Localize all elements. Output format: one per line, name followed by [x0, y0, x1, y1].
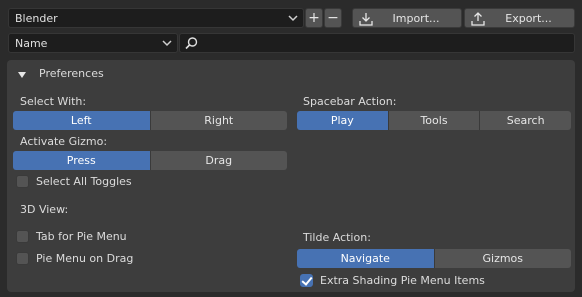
view3d-label: 3D View: — [20, 203, 69, 216]
preset-dropdown-value: Blender — [15, 11, 58, 25]
chevron-down-icon — [288, 11, 298, 28]
panel-title: Preferences — [39, 67, 104, 80]
tilde-navigate-option[interactable]: Navigate — [297, 249, 435, 268]
minus-icon: − — [327, 10, 339, 26]
tilde-action-label: Tilde Action: — [303, 231, 371, 244]
export-label: Export... — [505, 11, 552, 25]
export-button[interactable]: Export... — [464, 8, 575, 28]
extra-shading-checkbox-row[interactable]: Extra Shading Pie Menu Items — [300, 273, 520, 289]
export-icon — [470, 11, 486, 30]
activate-gizmo-drag-option[interactable]: Drag — [150, 151, 287, 170]
spacebar-play-option[interactable]: Play — [297, 111, 389, 130]
select-with-right-option[interactable]: Right — [150, 111, 287, 130]
tilde-gizmos-option[interactable]: Gizmos — [434, 249, 571, 268]
tab-for-pie-menu-checkbox[interactable] — [16, 230, 29, 243]
remove-preset-button[interactable]: − — [324, 8, 342, 28]
select-all-toggles-label: Select All Toggles — [36, 175, 132, 188]
spacebar-action-label: Spacebar Action: — [303, 95, 397, 108]
plus-icon: + — [308, 10, 320, 26]
pie-menu-on-drag-label: Pie Menu on Drag — [36, 252, 134, 265]
select-with-toggle: Left Right — [13, 111, 287, 130]
add-preset-button[interactable]: + — [305, 8, 323, 28]
activate-gizmo-toggle: Press Drag — [13, 151, 287, 170]
filter-type-dropdown[interactable]: Name — [8, 33, 178, 53]
tilde-action-toggle: Navigate Gizmos — [297, 249, 571, 268]
tab-for-pie-menu-checkbox-row[interactable]: Tab for Pie Menu — [16, 229, 176, 245]
import-label: Import... — [392, 11, 440, 25]
panel-header[interactable]: Preferences — [7, 62, 575, 84]
select-with-left-option[interactable]: Left — [13, 111, 151, 130]
import-icon — [358, 11, 374, 30]
activate-gizmo-press-option[interactable]: Press — [13, 151, 151, 170]
select-with-label: Select With: — [20, 95, 87, 108]
select-all-toggles-checkbox-row[interactable]: Select All Toggles — [16, 174, 176, 190]
collapse-arrow-icon — [18, 69, 26, 82]
search-field[interactable] — [179, 33, 575, 53]
activate-gizmo-label: Activate Gizmo: — [20, 135, 108, 148]
spacebar-tools-option[interactable]: Tools — [388, 111, 481, 130]
chevron-down-icon — [162, 36, 172, 53]
pie-menu-on-drag-checkbox[interactable] — [16, 252, 29, 265]
preset-dropdown[interactable]: Blender — [8, 8, 304, 28]
filter-type-value: Name — [15, 36, 48, 50]
tab-for-pie-menu-label: Tab for Pie Menu — [36, 230, 127, 243]
extra-shading-label: Extra Shading Pie Menu Items — [320, 274, 485, 287]
search-icon — [184, 36, 199, 54]
import-button[interactable]: Import... — [352, 8, 462, 28]
extra-shading-checkbox[interactable] — [300, 274, 313, 287]
select-all-toggles-checkbox[interactable] — [16, 175, 29, 188]
spacebar-action-toggle: Play Tools Search — [297, 111, 571, 130]
pie-menu-on-drag-checkbox-row[interactable]: Pie Menu on Drag — [16, 251, 176, 267]
spacebar-search-option[interactable]: Search — [480, 111, 571, 130]
